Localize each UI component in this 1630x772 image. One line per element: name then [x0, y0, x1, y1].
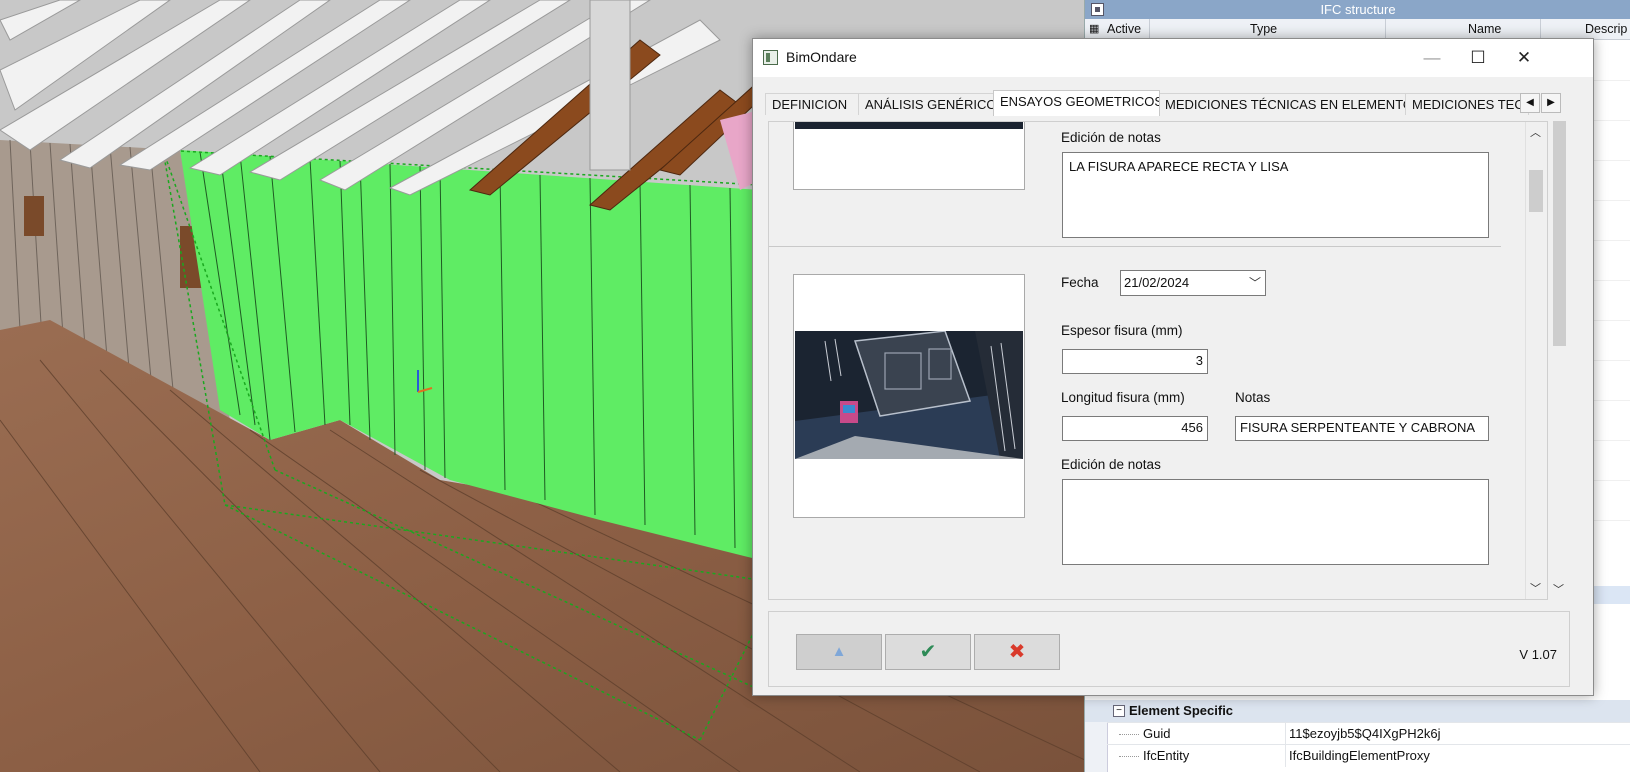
dialog-footer: ▲ ✔ ✖ V 1.07 [768, 611, 1570, 687]
notas-label: Notas [1235, 390, 1271, 405]
column-description[interactable]: Descrip [1585, 22, 1627, 36]
ifc-properties-grid: − Element Specific Guid 11$ezoyjb5$Q4IXg… [1085, 700, 1630, 772]
inner-scroll-thumb[interactable] [1529, 170, 1543, 212]
scroll-up-icon[interactable]: ︿ [1530, 124, 1541, 140]
grid-settings-icon[interactable]: ▦ [1089, 22, 1099, 35]
length-label: Longitud fisura (mm) [1061, 390, 1185, 405]
notes-textarea[interactable] [1062, 479, 1489, 565]
date-value: 21/02/2024 [1124, 275, 1190, 290]
property-row-guid[interactable]: Guid 11$ezoyjb5$Q4IXgPH2k6j [1107, 722, 1630, 745]
property-row-ifcentity[interactable]: IfcEntity IfcBuildingElementProxy [1107, 744, 1630, 767]
property-value: 11$ezoyjb5$Q4IXgPH2k6j [1289, 726, 1441, 741]
tab-scroll-right-icon[interactable]: ▶ [1541, 93, 1561, 113]
dialog-titlebar[interactable]: BimOndare — ☐ ✕ [753, 39, 1593, 77]
notes-label: Edición de notas [1061, 457, 1161, 472]
collapse-icon[interactable]: − [1113, 705, 1125, 717]
tab-mediciones-tecnicas-elementos[interactable]: MEDICIONES TÉCNICAS EN ELEMENTOS [1158, 93, 1406, 115]
tab-mediciones-tec[interactable]: MEDICIONES TECI [1405, 93, 1529, 115]
bimondare-dialog: BimOndare — ☐ ✕ DEFINICION ANÁLISIS GENÉ… [752, 38, 1594, 696]
tab-analisis-generico[interactable]: ANÁLISIS GENÉRICO [858, 93, 994, 115]
property-key: IfcEntity [1143, 748, 1190, 763]
section-title: Element Specific [1129, 703, 1234, 718]
version-label: V 1.07 [1519, 647, 1557, 662]
scroll-down-icon[interactable]: ﹀ [1530, 580, 1541, 596]
cross-icon: ✖ [1008, 641, 1026, 663]
move-up-button[interactable]: ▲ [796, 634, 882, 670]
length-input[interactable]: 456 [1062, 416, 1208, 441]
tab-scroll-left-icon[interactable]: ◀ [1520, 93, 1540, 113]
photo-frame [793, 274, 1025, 518]
tab-ensayos-geometricos[interactable]: ENSAYOS GEOMETRICOS [993, 90, 1160, 116]
close-button[interactable]: ✕ [1501, 39, 1547, 77]
app-icon [763, 50, 778, 65]
thickness-label: Espesor fisura (mm) [1061, 323, 1183, 338]
thickness-input[interactable]: 3 [1062, 349, 1208, 374]
column-name[interactable]: Name [1468, 22, 1501, 36]
triangle-up-icon: ▲ [831, 643, 847, 660]
tab-content-area[interactable]: Edición de notas LA FISURA APARECE RECTA… [768, 121, 1548, 600]
property-value: IfcBuildingElementProxy [1289, 748, 1430, 763]
notas-input[interactable]: FISURA SERPENTEANTE Y CABRONA [1235, 416, 1489, 441]
photo-frame [793, 122, 1025, 190]
property-section-header[interactable]: − Element Specific [1085, 700, 1630, 722]
notes-label: Edición de notas [1061, 130, 1161, 145]
chevron-down-icon[interactable]: ﹀ [1249, 271, 1261, 295]
property-key: Guid [1143, 726, 1171, 741]
panel-menu-icon[interactable] [1091, 3, 1104, 16]
ifc-panel-title: IFC structure [1320, 2, 1396, 17]
accept-button[interactable]: ✔ [885, 634, 971, 670]
minimize-button[interactable]: — [1409, 39, 1455, 77]
outer-scrollbar[interactable]: ﹀ [1550, 121, 1568, 598]
tab-definicion[interactable]: DEFINICION [765, 93, 859, 115]
cancel-button[interactable]: ✖ [974, 634, 1060, 670]
photo-image [795, 331, 1023, 459]
column-type[interactable]: Type [1250, 22, 1277, 36]
date-picker[interactable]: 21/02/2024 ﹀ [1120, 270, 1266, 296]
ifc-panel-titlebar: IFC structure [1085, 0, 1630, 19]
notes-textarea[interactable]: LA FISURA APARECE RECTA Y LISA [1062, 152, 1489, 238]
tab-bar: DEFINICION ANÁLISIS GENÉRICO ENSAYOS GEO… [765, 90, 1581, 116]
inner-scrollbar[interactable]: ︿ ﹀ [1525, 122, 1546, 599]
crack-photo[interactable] [795, 122, 1023, 129]
column-active[interactable]: Active [1107, 22, 1141, 36]
maximize-button[interactable]: ☐ [1455, 39, 1501, 77]
dialog-title: BimOndare [786, 49, 857, 65]
crack-photo[interactable] [795, 331, 1023, 459]
outer-scroll-thumb[interactable] [1553, 121, 1566, 346]
ifc-column-header: ▦ Active Type Name Descrip [1085, 19, 1630, 40]
checkmark-icon: ✔ [919, 641, 937, 663]
scroll-down-icon[interactable]: ﹀ [1553, 581, 1564, 597]
date-label: Fecha [1061, 275, 1099, 290]
